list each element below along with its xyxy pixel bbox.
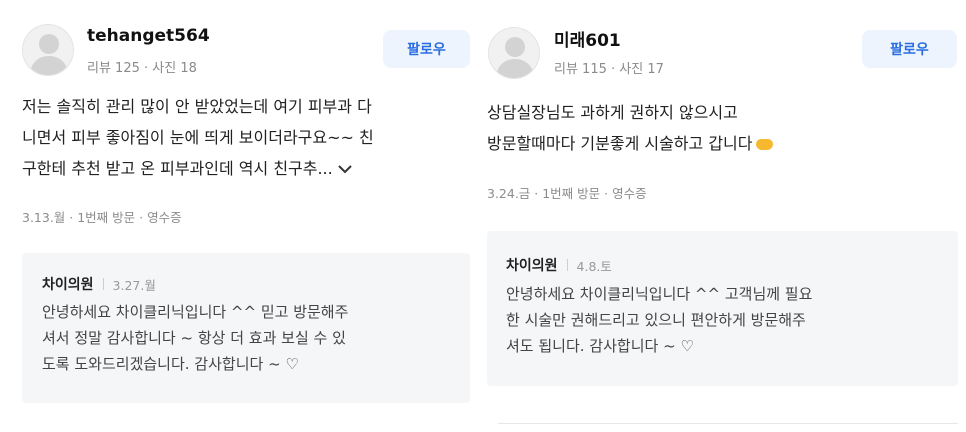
review-text-line-content: 구한테 추천 받고 온 피부과인데 역시 친구추... — [22, 159, 333, 178]
reviewer-meta: 리뷰 115 · 사진 17 — [554, 62, 664, 77]
reply-divider — [566, 259, 568, 271]
review-text-line: 저는 솔직히 관리 많이 안 받았었는데 여기 피부과 다 — [22, 97, 372, 116]
reply-header: 차이의원 3.27.월 — [42, 274, 156, 294]
review-text-line-content: 방문할때마다 기분좋게 시술하고 갑니다 — [487, 134, 753, 153]
follow-button[interactable]: 팔로우 — [383, 30, 470, 68]
reply-text-line: 한 시술만 권해드리고 있으니 편안하게 방문해주 — [506, 311, 806, 329]
follow-button[interactable]: 팔로우 — [862, 30, 957, 68]
review-text[interactable]: 상담실장님도 과하게 권하지 않으시고 방문할때마다 기분좋게 시술하고 갑니다 — [487, 97, 947, 159]
reviewer-meta: 리뷰 125 · 사진 18 — [87, 61, 197, 76]
divider — [498, 423, 958, 424]
review-text[interactable]: 저는 솔직히 관리 많이 안 받았었는데 여기 피부과 다 니면서 피부 좋아짐… — [22, 91, 472, 186]
reply-text: 안녕하세요 차이클리닉입니다 ^^ 고객님께 필요 한 시술만 권해드리고 있으… — [506, 281, 946, 359]
review-text-line: 방문할때마다 기분좋게 시술하고 갑니다 — [487, 128, 947, 159]
owner-reply: 차이의원 4.8.토 안녕하세요 차이클리닉입니다 ^^ 고객님께 필요 한 시… — [487, 231, 958, 386]
reviewer-username[interactable]: 미래601 — [554, 26, 621, 51]
reviewer-username[interactable]: tehanget564 — [87, 26, 210, 46]
reply-text-line: 안녕하세요 차이클리닉입니다 ^^ 고객님께 필요 — [506, 285, 813, 303]
reply-text-line: 셔서 정말 감사합니다 ~ 항상 더 효과 보실 수 있 — [42, 329, 346, 347]
handshake-emoji-icon — [755, 139, 773, 150]
reply-text-line: 안녕하세요 차이클리닉입니다 ^^ 믿고 방문해주 — [42, 303, 349, 321]
avatar[interactable] — [488, 27, 540, 79]
chevron-down-icon[interactable] — [337, 155, 353, 186]
reply-text-line: 도록 도와드리겠습니다. 감사합니다 ~ ♡ — [42, 355, 299, 373]
owner-reply: 차이의원 3.27.월 안녕하세요 차이클리닉입니다 ^^ 믿고 방문해주 셔서… — [22, 253, 470, 403]
reply-text: 안녕하세요 차이클리닉입니다 ^^ 믿고 방문해주 셔서 정말 감사합니다 ~ … — [42, 299, 462, 377]
visit-info: 3.13.월 · 1번째 방문 · 영수증 — [22, 210, 182, 225]
reply-text-line: 셔도 됩니다. 감사합니다 ~ ♡ — [506, 337, 694, 355]
avatar[interactable] — [22, 24, 74, 76]
reply-divider — [102, 278, 104, 290]
reply-date: 4.8.토 — [576, 258, 612, 274]
reply-date: 3.27.월 — [112, 277, 156, 293]
reply-owner-name: 차이의원 — [506, 258, 558, 274]
reply-header: 차이의원 4.8.토 — [506, 255, 612, 275]
review-text-line: 상담실장님도 과하게 권하지 않으시고 — [487, 103, 738, 122]
review-text-line: 구한테 추천 받고 온 피부과인데 역시 친구추... — [22, 153, 472, 186]
visit-info: 3.24.금 · 1번째 방문 · 영수증 — [487, 186, 647, 201]
reply-owner-name: 차이의원 — [42, 277, 94, 293]
review-text-line: 니면서 피부 좋아짐이 눈에 띄게 보이더라구요~~ 친 — [22, 128, 374, 147]
